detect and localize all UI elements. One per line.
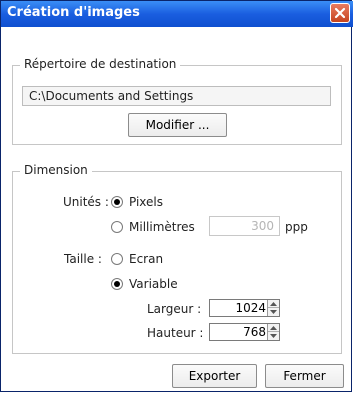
pixels-radio[interactable] [111, 196, 123, 208]
title-bar[interactable]: Création d'images [1, 1, 353, 27]
screen-radio[interactable] [111, 253, 123, 265]
spin-down-icon[interactable] [268, 308, 279, 316]
resolution-field: 300 [209, 216, 280, 236]
close-icon [334, 7, 346, 19]
window-title: Création d'images [7, 5, 140, 20]
destination-path-field: C:\Documents and Settings [22, 86, 331, 106]
spin-up-icon[interactable] [268, 300, 279, 308]
width-spinner[interactable]: 1024 [209, 299, 280, 317]
variable-radio[interactable] [111, 278, 123, 290]
destination-legend: Répertoire de destination [20, 57, 181, 71]
dialog-window: Création d'images Répertoire de destinat… [0, 0, 353, 392]
units-label: Unités : [63, 195, 109, 209]
export-button[interactable]: Exporter [172, 364, 257, 388]
spin-up-icon[interactable] [268, 324, 279, 332]
spin-down-icon[interactable] [268, 332, 279, 340]
height-value[interactable]: 768 [243, 325, 266, 339]
resolution-unit: ppp [285, 220, 308, 234]
dimension-legend: Dimension [20, 163, 92, 177]
pixels-label[interactable]: Pixels [129, 195, 163, 209]
resolution-value: 300 [251, 219, 274, 233]
variable-label[interactable]: Variable [129, 277, 178, 291]
height-spinner[interactable]: 768 [209, 323, 280, 341]
height-spinner-arrows[interactable] [267, 324, 279, 340]
screen-label[interactable]: Ecran [129, 252, 163, 266]
width-spinner-arrows[interactable] [267, 300, 279, 316]
modify-button[interactable]: Modifier ... [128, 113, 227, 137]
width-label: Largeur : [147, 302, 202, 316]
millimeters-radio[interactable] [111, 221, 123, 233]
millimeters-label[interactable]: Millimètres [129, 220, 195, 234]
close-button[interactable] [330, 3, 350, 23]
height-label: Hauteur : [147, 326, 204, 340]
size-label: Taille : [64, 252, 102, 266]
width-value[interactable]: 1024 [235, 301, 266, 315]
close-dialog-button[interactable]: Fermer [265, 364, 344, 388]
